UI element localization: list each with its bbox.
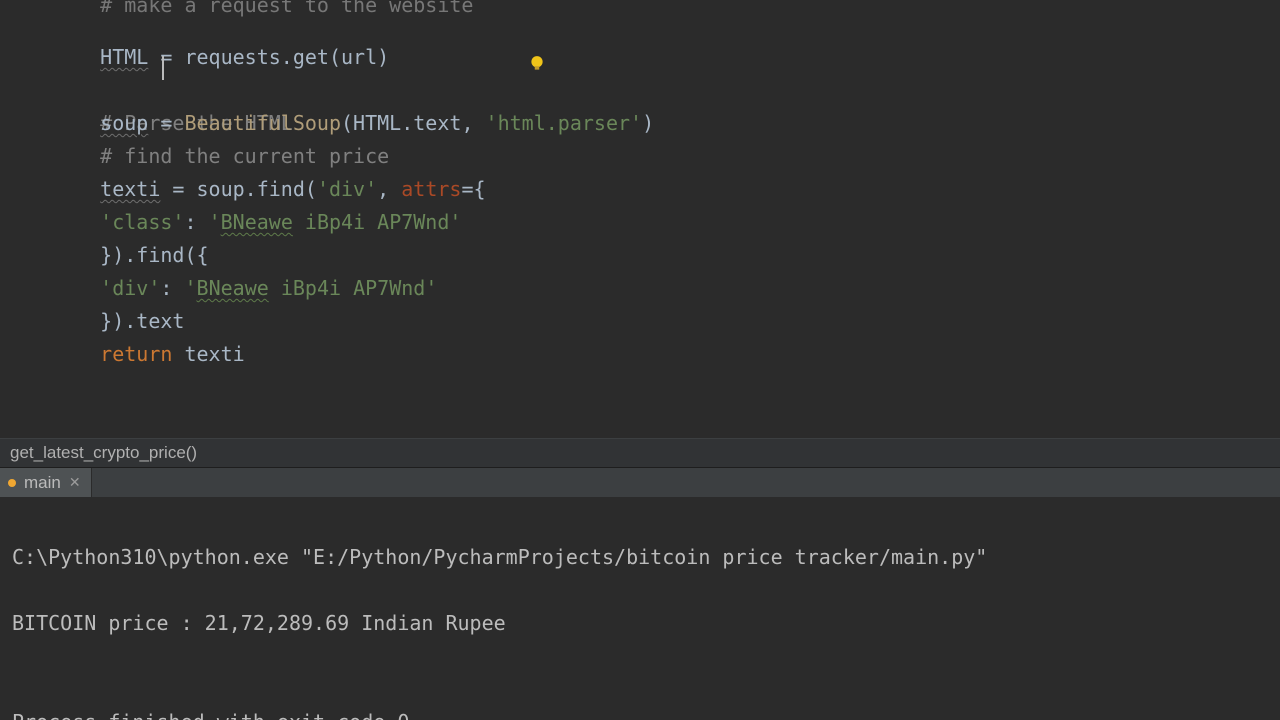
- console-line: C:\Python310\python.exe "E:/Python/Pycha…: [12, 541, 1268, 574]
- run-console[interactable]: C:\Python310\python.exe "E:/Python/Pycha…: [0, 498, 1280, 720]
- code-line[interactable]: texti = soup.find('div', attrs={: [4, 140, 1280, 173]
- code-line[interactable]: }).text: [4, 272, 1280, 305]
- intention-bulb-icon[interactable]: [528, 54, 546, 72]
- run-status-icon: [8, 479, 16, 487]
- code-line[interactable]: }).find({: [4, 206, 1280, 239]
- code-line[interactable]: # Parse the HTML: [4, 41, 1280, 74]
- code-line[interactable]: 'div': 'BNeawe iBp4i AP7Wnd': [4, 239, 1280, 272]
- code-line[interactable]: # make a request to the website: [4, 0, 1280, 8]
- console-line: BITCOIN price : 21,72,289.69 Indian Rupe…: [12, 607, 1268, 640]
- current-line-highlight: [4, 41, 1280, 74]
- code-line[interactable]: [4, 371, 1280, 404]
- run-tab-main[interactable]: main ✕: [0, 468, 92, 497]
- run-tool-tabs: main ✕: [0, 468, 1280, 498]
- breadcrumb[interactable]: get_latest_crypto_price(): [0, 438, 1280, 468]
- code-line[interactable]: price = get_latest_crypto_price('bitcoin…: [4, 404, 1280, 437]
- code-line[interactable]: return texti: [4, 305, 1280, 338]
- breadcrumb-function[interactable]: get_latest_crypto_price(): [10, 443, 197, 462]
- close-icon[interactable]: ✕: [69, 474, 81, 491]
- code-line[interactable]: # find the current price: [4, 107, 1280, 140]
- code-line[interactable]: HTML = requests.get(url): [4, 8, 1280, 41]
- run-tab-label: main: [24, 473, 61, 493]
- code-editor[interactable]: # make a request to the website HTML = r…: [0, 0, 1280, 438]
- text-caret: [162, 56, 164, 80]
- code-line[interactable]: 'class': 'BNeawe iBp4i AP7Wnd': [4, 173, 1280, 206]
- code-line[interactable]: [4, 338, 1280, 371]
- console-line: Process finished with exit code 0: [12, 706, 1268, 720]
- code-line[interactable]: soup = BeautifulSoup(HTML.text, 'html.pa…: [4, 74, 1280, 107]
